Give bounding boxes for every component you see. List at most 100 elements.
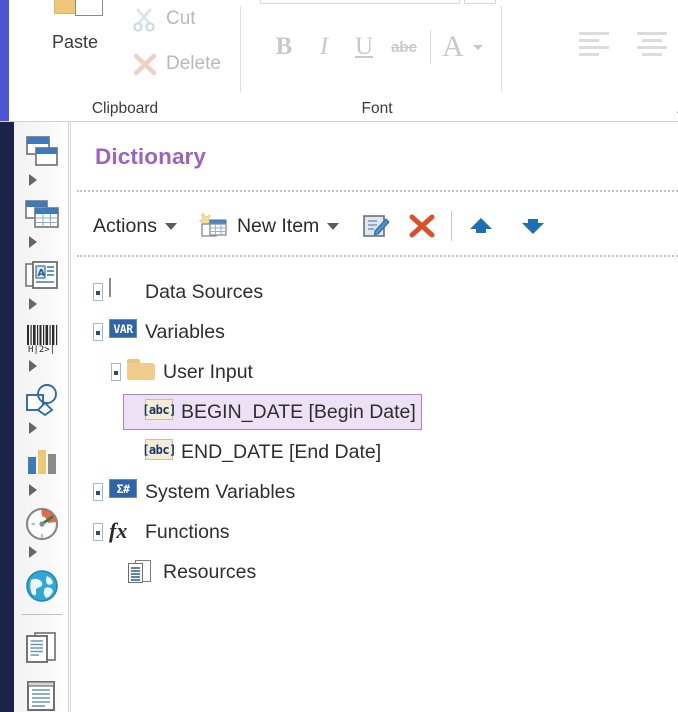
- arrow-down-icon: [518, 211, 548, 241]
- bold-button[interactable]: B: [264, 26, 304, 68]
- tree-expander-icon[interactable]: [93, 283, 103, 301]
- tree-expander-icon[interactable]: [111, 363, 121, 381]
- tree-item-label: BEGIN_DATE [Begin Date]: [181, 401, 416, 424]
- resource-doc-icon: [127, 559, 155, 585]
- navigation-strip: [0, 122, 14, 712]
- rail-expand-arrow-icon[interactable]: [29, 484, 37, 496]
- rail-item-shapes[interactable]: [14, 378, 69, 422]
- font-group-label: Font: [252, 100, 502, 118]
- document-icon: [23, 629, 61, 667]
- rail-expand-arrow-icon[interactable]: [29, 236, 37, 248]
- actions-label: Actions: [93, 215, 157, 238]
- new-item-label: New Item: [237, 215, 319, 238]
- tree-item-variables[interactable]: VAR Variables: [93, 312, 225, 352]
- x-delete-icon: [131, 50, 159, 78]
- notepad-icon: [23, 677, 61, 712]
- tree-item-system[interactable]: Σ# System Variables: [93, 472, 295, 512]
- delete-item-button[interactable]: [407, 205, 437, 247]
- dictionary-panel: Dictionary Actions: [70, 122, 678, 712]
- ribbon-group-alignment: Al: [513, 0, 678, 121]
- tree-item-functions[interactable]: fx Functions: [93, 512, 230, 552]
- rail-expand-arrow-icon[interactable]: [29, 298, 37, 310]
- rail-item-document[interactable]: [14, 626, 69, 670]
- italic-button[interactable]: I: [304, 26, 344, 68]
- tree-expander-icon[interactable]: [93, 523, 103, 541]
- tree-item-label: Data Sources: [145, 281, 263, 304]
- barcode-icon: H|2>|: [23, 319, 61, 357]
- rail-divider: [22, 614, 62, 615]
- rail-item-barcodes[interactable]: H|2>|: [14, 316, 69, 360]
- tree-expander-placeholder: [111, 563, 121, 581]
- font-size-combo[interactable]: [464, 0, 496, 4]
- scissors-icon: [131, 5, 159, 33]
- chevron-down-icon[interactable]: [473, 45, 483, 50]
- divider: [77, 190, 678, 192]
- dictionary-toolbar: Actions New Item: [93, 205, 548, 247]
- rail-item-maps[interactable]: [14, 564, 69, 608]
- data-grid-icon: [109, 279, 137, 305]
- font-color-button[interactable]: A: [437, 26, 469, 68]
- abc-string-icon: [abc]: [145, 439, 173, 465]
- edit-item-button[interactable]: [361, 205, 391, 247]
- chevron-down-icon: [165, 223, 177, 230]
- rail-expand-arrow-icon[interactable]: [29, 360, 37, 372]
- tree-item-label: System Variables: [145, 481, 295, 504]
- tree-item-begin_date[interactable]: [abc]BEGIN_DATE [Begin Date]: [129, 392, 416, 432]
- edit-pencil-icon: [361, 211, 391, 241]
- delete-button[interactable]: Delete: [131, 50, 221, 78]
- tree-item-data[interactable]: Data Sources: [93, 272, 263, 312]
- tree-item-label: Variables: [145, 321, 225, 344]
- rail-item-charts[interactable]: [14, 440, 69, 484]
- paste-button-label: Paste: [23, 32, 127, 53]
- move-down-button[interactable]: [518, 205, 548, 247]
- tree-item-user[interactable]: User Input: [111, 352, 253, 392]
- align-center-icon[interactable]: [635, 28, 671, 58]
- rail-item-notes[interactable]: [14, 674, 69, 712]
- svg-text:A: A: [37, 268, 45, 279]
- component-toolbox-rail[interactable]: A H|2>|: [14, 122, 69, 712]
- actions-menu-button[interactable]: Actions: [93, 205, 177, 247]
- align-left-icon[interactable]: [577, 28, 613, 58]
- application-window: Paste Cut: [0, 0, 678, 712]
- globe-icon: [23, 567, 61, 605]
- rail-item-labels[interactable]: A: [14, 254, 69, 298]
- tree-item-resources[interactable]: Resources: [111, 552, 256, 592]
- delete-label: Delete: [166, 53, 221, 75]
- rail-item-pages[interactable]: [14, 130, 69, 174]
- new-item-menu-button[interactable]: New Item: [199, 205, 339, 247]
- svg-text:H|2>|: H|2>|: [28, 345, 55, 355]
- divider: [77, 255, 678, 257]
- tree-item-label: User Input: [163, 361, 253, 384]
- tree-item-end_date[interactable]: [abc] END_DATE [End Date]: [129, 432, 381, 472]
- paste-button[interactable]: Paste: [23, 0, 127, 70]
- tree-expander-placeholder: [129, 443, 139, 461]
- font-name-combo[interactable]: [260, 0, 460, 4]
- fx-icon: fx: [109, 519, 137, 545]
- cut-button[interactable]: Cut: [131, 5, 196, 33]
- tree-item-label: Resources: [163, 561, 256, 584]
- underline-button[interactable]: U: [344, 26, 384, 68]
- rail-item-gauges[interactable]: [14, 502, 69, 546]
- var-badge-icon: VAR: [109, 319, 137, 345]
- rail-expand-arrow-icon[interactable]: [29, 546, 37, 558]
- move-up-button[interactable]: [466, 205, 496, 247]
- bar-chart-icon: [23, 443, 61, 481]
- clipboard-paste-icon: [44, 0, 106, 28]
- strikethrough-button[interactable]: abc: [384, 26, 424, 68]
- rail-item-tables[interactable]: [14, 192, 69, 236]
- folder-icon: [127, 359, 155, 385]
- tree-item-label: END_DATE [End Date]: [181, 441, 381, 464]
- rail-expand-arrow-icon[interactable]: [29, 174, 37, 186]
- clipboard-group-label: Clipboard: [9, 100, 241, 118]
- sigma-hash-icon: Σ#: [109, 479, 137, 505]
- tree-expander-placeholder: [129, 403, 139, 421]
- alignment-group-label: Al: [513, 100, 678, 118]
- rail-expand-arrow-icon[interactable]: [29, 422, 37, 434]
- tree-expander-icon[interactable]: [93, 323, 103, 341]
- report-pages-icon: [23, 133, 61, 171]
- arrow-up-icon: [466, 211, 496, 241]
- tree-item-label: Functions: [145, 521, 230, 544]
- label-card-icon: A: [23, 257, 61, 295]
- tree-expander-icon[interactable]: [93, 483, 103, 501]
- font-divider: [430, 30, 431, 64]
